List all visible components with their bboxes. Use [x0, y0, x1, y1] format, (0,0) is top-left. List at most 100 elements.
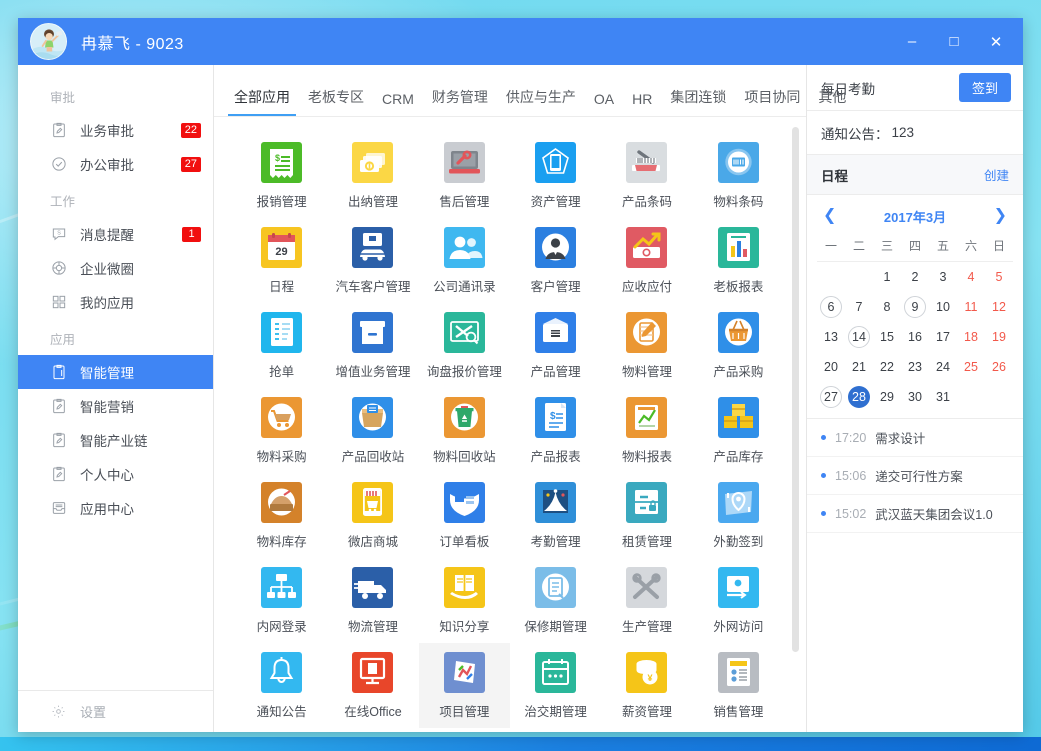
- app-tile[interactable]: $ 报销管理: [236, 133, 327, 218]
- app-tile[interactable]: 售后管理: [419, 133, 510, 218]
- calendar-day[interactable]: 30: [901, 382, 929, 412]
- calendar-day[interactable]: 27: [817, 382, 845, 412]
- sidebar-item-3-section-2[interactable]: 我的应用: [18, 285, 213, 319]
- tab-4[interactable]: 财务管理: [426, 87, 494, 116]
- sidebar-item-1-section-3[interactable]: 智能管理: [18, 355, 213, 389]
- app-tile[interactable]: 资产管理: [510, 133, 601, 218]
- app-tile[interactable]: 增值业务管理: [327, 303, 418, 388]
- app-tile[interactable]: 物料报表: [601, 388, 692, 473]
- calendar-day[interactable]: 3: [929, 262, 957, 292]
- app-tile[interactable]: 通知公告: [236, 643, 327, 728]
- app-tile[interactable]: 项目管理: [418, 643, 510, 728]
- tab-1[interactable]: 全部应用: [228, 87, 296, 116]
- app-tile[interactable]: 物料采购: [236, 388, 327, 473]
- calendar-day[interactable]: 11: [957, 292, 985, 322]
- calendar-day[interactable]: 6: [817, 292, 845, 322]
- sidebar-item-3-section-3[interactable]: 智能产业链: [18, 423, 213, 457]
- app-tile[interactable]: 保修期管理: [510, 558, 601, 643]
- app-tile[interactable]: 应收应付: [601, 218, 692, 303]
- tab-5[interactable]: 供应与生产: [500, 87, 582, 116]
- calendar-day[interactable]: 12: [985, 292, 1013, 322]
- app-tile[interactable]: 出纳管理: [327, 133, 418, 218]
- app-tile[interactable]: 29 日程: [236, 218, 327, 303]
- app-tile[interactable]: 治交期管理: [510, 643, 601, 728]
- calendar-day[interactable]: 22: [873, 352, 901, 382]
- tab-9[interactable]: 项目协同: [738, 87, 806, 116]
- calendar-day[interactable]: 2: [901, 262, 929, 292]
- app-tile[interactable]: 汽车客户管理: [327, 218, 418, 303]
- sidebar-item-2-section-1[interactable]: 办公审批 27: [18, 147, 213, 181]
- calendar-day[interactable]: 8: [873, 292, 901, 322]
- chevron-right-icon[interactable]: ❯: [994, 208, 1007, 224]
- sidebar-item-5-section-3[interactable]: 应用中心: [18, 491, 213, 525]
- calendar-day[interactable]: 23: [901, 352, 929, 382]
- app-tile[interactable]: 产品库存: [693, 388, 784, 473]
- app-tile[interactable]: 产品采购: [693, 303, 784, 388]
- close-icon[interactable]: ✕: [975, 23, 1017, 61]
- calendar-day[interactable]: 13: [817, 322, 845, 352]
- app-tile[interactable]: 订单看板: [419, 473, 510, 558]
- create-schedule-link[interactable]: 创建: [984, 165, 1009, 184]
- schedule-item[interactable]: 17:20 需求设计: [807, 419, 1023, 457]
- calendar-day[interactable]: 14: [845, 322, 873, 352]
- calendar-day[interactable]: 18: [957, 322, 985, 352]
- calendar-day[interactable]: 17: [929, 322, 957, 352]
- app-tile[interactable]: 询盘报价管理: [419, 303, 510, 388]
- calendar-day[interactable]: 24: [929, 352, 957, 382]
- calendar-day[interactable]: 31: [929, 382, 957, 412]
- calendar-day[interactable]: 29: [873, 382, 901, 412]
- sidebar-item-1-section-2[interactable]: S 消息提醒 1: [18, 217, 213, 251]
- tab-8[interactable]: 集团连锁: [664, 87, 732, 116]
- app-tile[interactable]: 客户管理: [510, 218, 601, 303]
- signin-button[interactable]: 签到: [958, 73, 1011, 102]
- tab-2[interactable]: 老板专区: [302, 87, 370, 116]
- app-tile[interactable]: 外勤签到: [693, 473, 784, 558]
- app-tile[interactable]: 内网登录: [236, 558, 327, 643]
- calendar-day[interactable]: 15: [873, 322, 901, 352]
- app-tile[interactable]: 产品回收站: [327, 388, 418, 473]
- calendar-day[interactable]: 28: [845, 382, 873, 412]
- maximize-icon[interactable]: □: [933, 23, 975, 61]
- app-tile[interactable]: 公司通讯录: [419, 218, 510, 303]
- sidebar-item-2-section-3[interactable]: 智能营销: [18, 389, 213, 423]
- sidebar-item-1-section-1[interactable]: 业务审批 22: [18, 113, 213, 147]
- app-tile[interactable]: 外网访问: [693, 558, 784, 643]
- app-tile[interactable]: $ 产品报表: [510, 388, 601, 473]
- calendar-day[interactable]: 19: [985, 322, 1013, 352]
- app-tile[interactable]: 物流管理: [327, 558, 418, 643]
- calendar-day[interactable]: 4: [957, 262, 985, 292]
- app-tile[interactable]: 租赁管理: [601, 473, 692, 558]
- tab-6[interactable]: OA: [588, 91, 620, 116]
- app-tile[interactable]: 生产管理: [601, 558, 692, 643]
- calendar-day[interactable]: 7: [845, 292, 873, 322]
- app-tile[interactable]: 物料库存: [236, 473, 327, 558]
- sidebar-item-2-section-2[interactable]: 企业微圈: [18, 251, 213, 285]
- app-tile[interactable]: ¥ 薪资管理: [601, 643, 692, 728]
- sidebar-item-4-section-3[interactable]: 个人中心: [18, 457, 213, 491]
- schedule-item[interactable]: 15:02 武汉蓝天集团会议1.0: [807, 495, 1023, 533]
- tab-3[interactable]: CRM: [376, 91, 420, 116]
- schedule-item[interactable]: 15:06 递交可行性方案: [807, 457, 1023, 495]
- calendar-day[interactable]: 1: [873, 262, 901, 292]
- chevron-left-icon[interactable]: ❮: [823, 208, 836, 224]
- app-tile[interactable]: 物料条码: [693, 133, 784, 218]
- tab-7[interactable]: HR: [626, 91, 658, 116]
- app-tile[interactable]: 产品管理: [510, 303, 601, 388]
- tab-10[interactable]: 其他: [812, 87, 852, 116]
- calendar-day[interactable]: 9: [901, 292, 929, 322]
- calendar-day[interactable]: 16: [901, 322, 929, 352]
- app-tile[interactable]: 销售管理: [693, 643, 784, 728]
- calendar-day[interactable]: 10: [929, 292, 957, 322]
- minimize-icon[interactable]: –: [891, 23, 933, 61]
- app-tile[interactable]: 物料回收站: [419, 388, 510, 473]
- app-tile[interactable]: 抢单: [236, 303, 327, 388]
- app-tile[interactable]: 产品条码: [601, 133, 692, 218]
- calendar-day[interactable]: 5: [985, 262, 1013, 292]
- app-tile[interactable]: 微店商城: [327, 473, 418, 558]
- calendar-day[interactable]: 21: [845, 352, 873, 382]
- sidebar-item-settings[interactable]: 设置: [18, 690, 213, 732]
- app-tile[interactable]: 考勤管理: [510, 473, 601, 558]
- calendar-day[interactable]: 26: [985, 352, 1013, 382]
- avatar[interactable]: [30, 23, 67, 60]
- calendar-day[interactable]: 20: [817, 352, 845, 382]
